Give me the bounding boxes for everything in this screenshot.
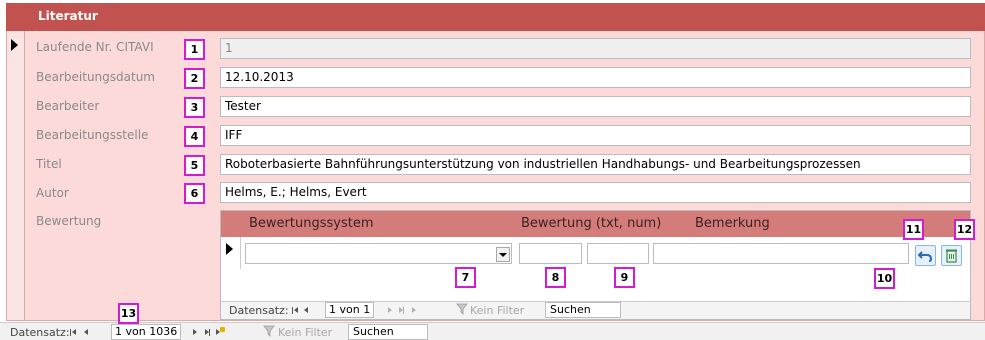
main-record-counter[interactable]: 1 von 1036: [111, 324, 182, 340]
callout-3: 3: [184, 97, 205, 118]
next-record-icon[interactable]: [388, 307, 392, 313]
label-laufende-nr: Laufende Nr. CITAVI: [36, 40, 154, 54]
field-autor[interactable]: Helms, E.; Helms, Evert: [220, 182, 971, 203]
main-first-record-arrow: [72, 329, 76, 335]
label-bewertung: Bewertung: [36, 214, 102, 228]
field-bearbeitungsdatum[interactable]: 12.10.2013: [220, 67, 971, 88]
chevron-down-icon: [499, 253, 507, 257]
label-bearbeiter: Bearbeiter: [36, 99, 100, 113]
field-titel[interactable]: Roboterbasierte Bahnführungsunterstützun…: [220, 154, 971, 175]
callout-7: 7: [455, 267, 476, 288]
col-header-bewertung: Bewertung (txt, num): [521, 216, 662, 231]
callout-1: 1: [184, 39, 205, 60]
first-record-arrow: [294, 307, 298, 313]
main-nav-label: Datensatz:: [10, 326, 70, 339]
subform-filter-label[interactable]: Kein Filter: [470, 304, 524, 317]
callout-6: 6: [184, 183, 205, 204]
main-previous-record-icon[interactable]: [84, 329, 88, 335]
field-bearbeiter[interactable]: Tester: [220, 96, 971, 117]
main-filter-icon: [263, 325, 275, 337]
callout-8: 8: [545, 267, 566, 288]
first-record-icon[interactable]: [292, 307, 293, 314]
main-last-record-bar: [209, 329, 210, 336]
label-titel: Titel: [36, 157, 62, 171]
subform-nav-label: Datensatz:: [229, 304, 289, 317]
bewertung-txt-field[interactable]: [519, 243, 582, 264]
last-record-bar: [403, 307, 404, 314]
callout-11: 11: [903, 219, 924, 240]
callout-9: 9: [614, 267, 635, 288]
callout-13: 13: [118, 303, 139, 324]
undo-button[interactable]: [915, 245, 936, 266]
bewertung-num-field[interactable]: [587, 243, 649, 264]
label-autor: Autor: [36, 186, 69, 200]
new-record-star-icon: [220, 327, 225, 332]
callout-12: 12: [954, 219, 975, 240]
label-bearbeitungsstelle: Bearbeitungsstelle: [36, 128, 149, 142]
field-laufende-nr[interactable]: 1: [220, 38, 971, 59]
callout-2: 2: [184, 68, 205, 89]
subform-record-counter[interactable]: 1 von 1: [325, 302, 375, 318]
callout-4: 4: [184, 126, 205, 147]
filter-icon: [456, 303, 468, 315]
subform-search-input[interactable]: Suchen: [545, 302, 621, 318]
main-next-record-icon[interactable]: [193, 329, 197, 335]
subform-record-selector-arrow-icon: [226, 243, 233, 255]
previous-record-icon[interactable]: [304, 307, 308, 313]
record-selector[interactable]: [7, 31, 25, 320]
form-title-bar: [6, 3, 985, 31]
callout-10: 10: [874, 268, 895, 289]
col-header-bewertungssystem: Bewertungssystem: [249, 216, 374, 231]
delete-button[interactable]: [941, 245, 962, 266]
bemerkung-field[interactable]: [653, 243, 909, 264]
undo-icon: [917, 251, 933, 262]
main-search-input[interactable]: Suchen: [348, 324, 428, 340]
callout-5: 5: [184, 155, 205, 176]
new-record-icon[interactable]: [412, 307, 416, 313]
form-title: Literatur: [38, 9, 98, 23]
field-bearbeitungsstelle[interactable]: IFF: [220, 125, 971, 146]
delete-icon: [946, 249, 957, 263]
record-selector-arrow-icon: [11, 39, 18, 51]
main-first-record-icon[interactable]: [70, 329, 71, 336]
label-bearbeitungsdatum: Bearbeitungsdatum: [36, 70, 155, 84]
bewertungssystem-combo[interactable]: [245, 243, 512, 264]
main-filter-label[interactable]: Kein Filter: [278, 326, 332, 339]
col-header-bemerkung: Bemerkung: [695, 216, 770, 231]
